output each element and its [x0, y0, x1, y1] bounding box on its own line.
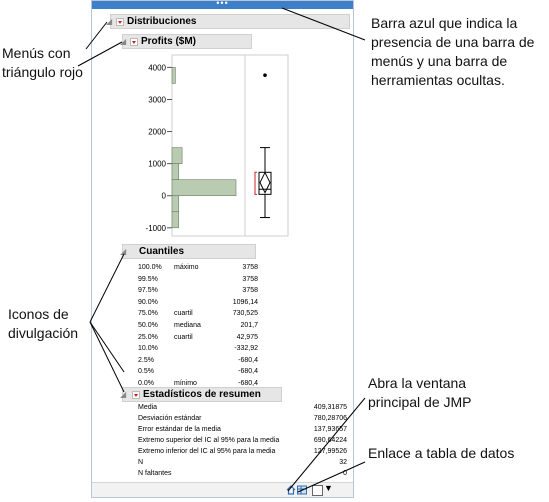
callout-lines [77, 7, 366, 493]
